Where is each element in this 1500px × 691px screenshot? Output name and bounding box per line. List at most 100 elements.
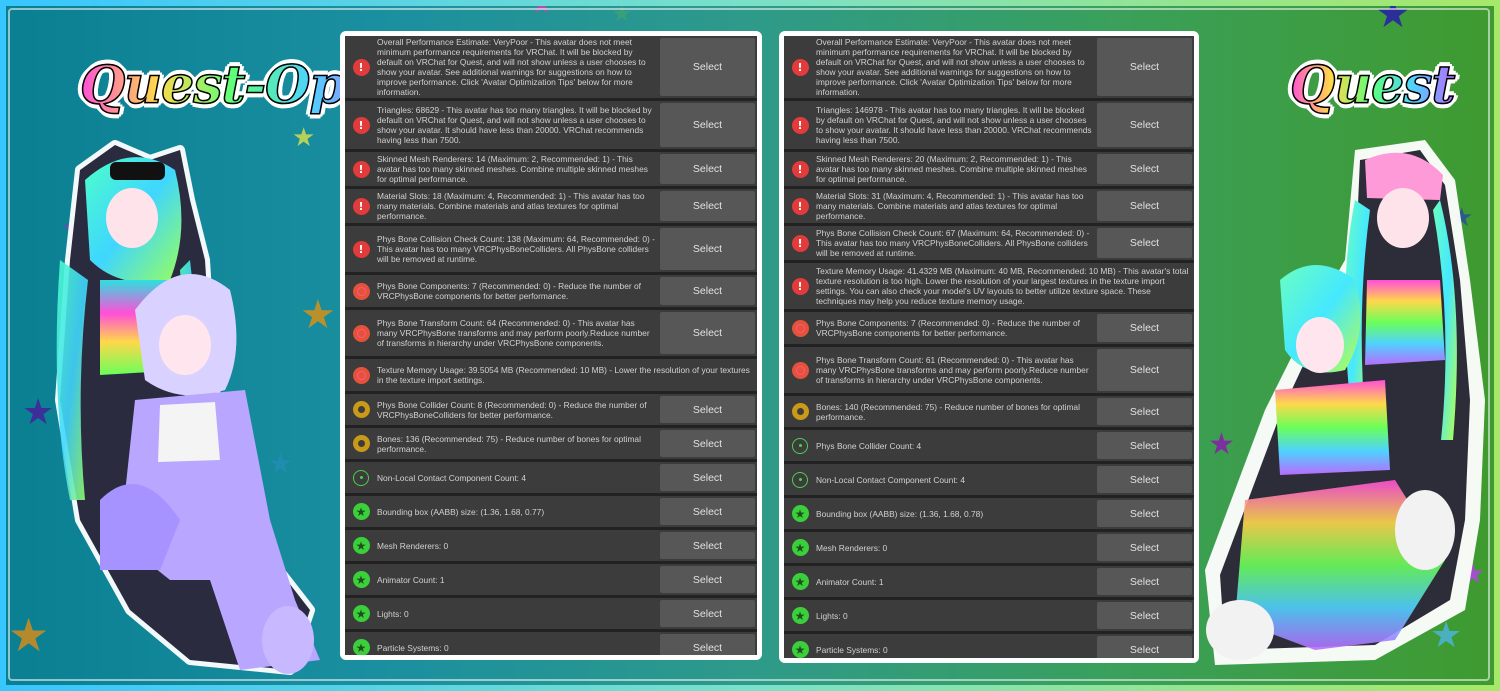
performance-row: Phys Bone Transform Count: 64 (Recommend… (345, 310, 757, 356)
performance-row: Phys Bone Components: 7 (Recommended: 0)… (784, 312, 1194, 344)
select-button[interactable]: Select (1097, 568, 1192, 595)
select-button[interactable]: Select (1097, 636, 1192, 658)
status-icon-wrap (784, 361, 816, 379)
status-icon-wrap (784, 471, 816, 488)
performance-row: ★ Animator Count: 1 Select (345, 564, 757, 595)
select-button[interactable]: Select (1097, 398, 1192, 425)
select-button[interactable]: Select (660, 498, 755, 525)
performance-message: Bounding box (AABB) size: (1.36, 1.68, 0… (816, 508, 984, 519)
error-icon: ! (791, 197, 809, 215)
status-icon-wrap (345, 469, 377, 486)
excellent-icon: ★ (791, 505, 809, 522)
performance-row: ! Phys Bone Collision Check Count: 138 (M… (345, 226, 757, 272)
medium-icon (352, 435, 370, 452)
select-button[interactable]: Select (660, 154, 755, 184)
select-button[interactable]: Select (660, 396, 755, 423)
select-button[interactable]: Select (660, 566, 755, 593)
excellent-icon: ★ (352, 639, 370, 655)
select-button[interactable]: Select (1097, 432, 1192, 459)
select-button[interactable]: Select (660, 312, 755, 354)
error-icon: ! (791, 277, 809, 295)
status-icon-wrap (784, 437, 816, 454)
performance-row: Texture Memory Usage: 39.5054 MB (Recomm… (345, 359, 757, 391)
medium-icon (352, 401, 370, 418)
select-button[interactable]: Select (660, 228, 755, 270)
performance-message: Non-Local Contact Component Count: 4 (816, 474, 965, 485)
good-icon (792, 471, 808, 488)
select-button[interactable]: Select (1097, 154, 1192, 184)
select-button[interactable]: Select (660, 38, 755, 96)
performance-message: Triangles: 146978 - This avatar has too … (816, 105, 1092, 145)
status-icon-wrap: ! (784, 197, 816, 215)
error-icon: ! (791, 116, 809, 134)
performance-message: Non-Local Contact Component Count: 4 (377, 472, 526, 483)
select-button[interactable]: Select (660, 634, 755, 655)
status-icon-wrap: ! (345, 116, 377, 134)
performance-row: Bones: 140 (Recommended: 75) - Reduce nu… (784, 396, 1194, 427)
error-icon: ! (352, 116, 370, 134)
select-button[interactable]: Select (1097, 314, 1192, 342)
status-icon-wrap: ! (345, 240, 377, 258)
status-icon-wrap: ! (784, 234, 816, 252)
performance-row: ! Triangles: 146978 - This avatar has too… (784, 101, 1194, 149)
error-icon: ! (791, 234, 809, 252)
excellent-icon: ★ (352, 537, 370, 554)
select-button[interactable]: Select (660, 430, 755, 457)
performance-row: ★ Particle Systems: 0 Select (784, 634, 1194, 658)
select-button[interactable]: Select (660, 464, 755, 491)
select-button[interactable]: Select (660, 191, 755, 221)
performance-row: Phys Bone Components: 7 (Recommended: 0)… (345, 275, 757, 307)
logo-right: Quest (1289, 54, 1456, 117)
excellent-icon: ★ (352, 571, 370, 588)
performance-message: Material Slots: 31 (Maximum: 4, Recommen… (816, 191, 1084, 221)
status-icon-wrap (345, 401, 377, 418)
error-icon: ! (791, 58, 809, 76)
performance-row: ! Skinned Mesh Renderers: 14 (Maximum: 2,… (345, 152, 757, 186)
select-button[interactable]: Select (1097, 228, 1192, 258)
performance-message: Bones: 136 (Recommended: 75) - Reduce nu… (377, 433, 641, 454)
status-icon-wrap: ! (784, 160, 816, 178)
performance-message: Particle Systems: 0 (816, 644, 888, 655)
select-button[interactable]: Select (660, 277, 755, 305)
performance-row: ★ Lights: 0 Select (784, 600, 1194, 631)
performance-message: Lights: 0 (816, 610, 848, 621)
performance-message: Skinned Mesh Renderers: 20 (Maximum: 2, … (816, 154, 1087, 184)
error-icon: ! (352, 58, 370, 76)
status-icon-wrap (345, 324, 377, 342)
select-button[interactable]: Select (1097, 38, 1192, 96)
performance-message: Overall Performance Estimate: VeryPoor -… (377, 37, 646, 97)
very-poor-icon (352, 282, 370, 300)
performance-row: Bones: 136 (Recommended: 75) - Reduce nu… (345, 428, 757, 459)
performance-row: Non-Local Contact Component Count: 4 Sele… (784, 464, 1194, 495)
select-button[interactable]: Select (660, 600, 755, 627)
performance-message: Animator Count: 1 (816, 576, 884, 587)
error-icon: ! (791, 160, 809, 178)
select-button[interactable]: Select (1097, 500, 1192, 527)
performance-message: Phys Bone Collider Count: 4 (816, 440, 922, 451)
medium-icon (791, 403, 809, 420)
performance-row: ! Phys Bone Collision Check Count: 67 (Ma… (784, 226, 1194, 260)
select-button[interactable]: Select (1097, 602, 1192, 629)
very-poor-icon (352, 324, 370, 342)
select-button[interactable]: Select (1097, 191, 1192, 221)
error-icon: ! (352, 160, 370, 178)
performance-row: Phys Bone Collider Count: 4 Select (784, 430, 1194, 461)
performance-row: ★ Lights: 0 Select (345, 598, 757, 629)
error-icon: ! (352, 197, 370, 215)
select-button[interactable]: Select (1097, 103, 1192, 147)
select-button[interactable]: Select (660, 103, 755, 147)
select-button[interactable]: Select (1097, 349, 1192, 391)
select-button[interactable]: Select (1097, 534, 1192, 561)
performance-message: Animator Count: 1 (377, 574, 445, 585)
select-button[interactable]: Select (660, 532, 755, 559)
right-performance-list: ! Overall Performance Estimate: VeryPoor … (784, 36, 1194, 658)
performance-row: Non-Local Contact Component Count: 4 Sele… (345, 462, 757, 493)
performance-row: ! Overall Performance Estimate: VeryPoor … (784, 36, 1194, 98)
performance-message: Phys Bone Collision Check Count: 67 (Max… (816, 228, 1090, 258)
status-icon-wrap: ! (345, 58, 377, 76)
very-poor-icon (791, 361, 809, 379)
performance-message: Phys Bone Transform Count: 64 (Recommend… (377, 318, 650, 348)
select-button[interactable]: Select (1097, 466, 1192, 493)
performance-row: ! Material Slots: 18 (Maximum: 4, Recomme… (345, 189, 757, 223)
performance-message: Material Slots: 18 (Maximum: 4, Recommen… (377, 191, 645, 221)
